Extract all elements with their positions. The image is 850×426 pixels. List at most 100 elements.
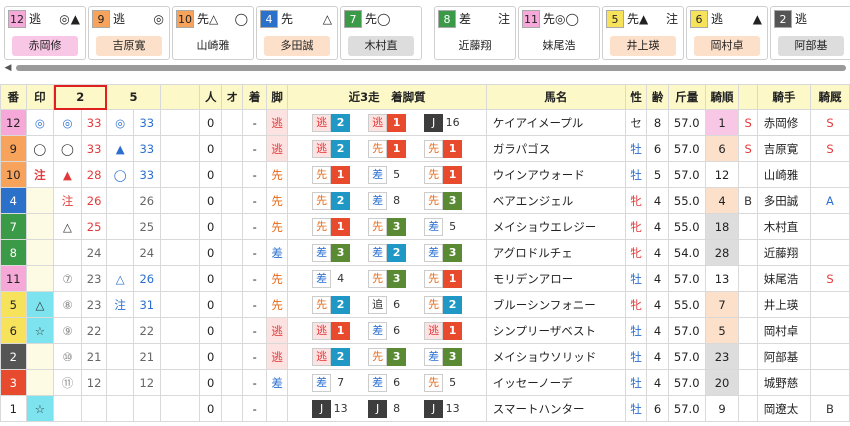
cell-mark[interactable] bbox=[25, 265, 55, 292]
header-ban[interactable]: 番 bbox=[0, 84, 27, 110]
table-row[interactable]: 7 △ 25 25 0- 先先 1 先 3 差 5 メイショウエレジー牝 4 55.0 18 木村直 bbox=[0, 213, 850, 240]
table-row[interactable]: 3 ⑪ 12 12 0- 差差 7 差 6 先 5 イッセーノーデ牡 4 57.0 20 城野慈 bbox=[0, 369, 850, 396]
cell-chaku: - bbox=[242, 343, 267, 370]
cell-recent: 逃1差6逃1 bbox=[287, 317, 487, 344]
recent2-style: 先 bbox=[368, 269, 388, 288]
cell-mark[interactable]: ☆ bbox=[25, 395, 55, 422]
horse-card[interactable]: 7 先◯ 木村直 bbox=[340, 6, 422, 60]
cell-jockey[interactable]: 阿部基 bbox=[756, 343, 811, 370]
header-stable[interactable]: 騎厩 bbox=[809, 84, 850, 110]
table-row[interactable]: 1 ☆ 0- J 13 J 8 J 13 スマートハンター牡 6 57.0 9 岡遼太 B bbox=[0, 395, 850, 422]
header-order[interactable]: 騎順 bbox=[704, 84, 740, 110]
table-row[interactable]: 10 注 ▲ 28 ◯ 33 0- 先先 1 差 5 先 1 ウインアウォード牡 5 57.0 12 山崎雅 bbox=[0, 161, 850, 188]
table-row[interactable]: 2 ⑩ 21 21 0- 逃逃 2 先 3 差 3 メイショウソリッド牡 4 57.0 23 阿部基 bbox=[0, 343, 850, 370]
horse-card[interactable]: 9 逃 ◎ 吉原寛 bbox=[88, 6, 170, 60]
table-row[interactable]: 11 ⑦ 23 △ 26 0- 先差 4 先 3 先 1 モリデンアロー牡 4 57.0 13 妹尾浩 S bbox=[0, 265, 850, 292]
header-col-5[interactable]: 5 bbox=[106, 84, 161, 110]
cell-chaku: - bbox=[242, 187, 267, 214]
cell-jockey[interactable]: 木村直 bbox=[756, 213, 811, 240]
cell-jockey[interactable]: 近藤翔 bbox=[756, 239, 811, 266]
header-chaku[interactable]: 着 bbox=[242, 84, 267, 110]
scroll-thumb[interactable] bbox=[16, 65, 846, 71]
cell-horse-name[interactable]: メイショウソリッド bbox=[485, 343, 626, 370]
cell-jockey[interactable]: 多田誠 bbox=[756, 187, 811, 214]
cell-age: 6 bbox=[646, 395, 669, 422]
cell-mark[interactable] bbox=[25, 239, 55, 266]
cell-jockey[interactable]: 赤岡修 bbox=[756, 109, 811, 136]
table-row[interactable]: 9 ◯ ◯ 33 ▲ 33 0- 逃逃 2 先 1 先 1 ガラパゴス牡 6 57.0 6 S 吉原寛 S bbox=[0, 135, 850, 162]
horse-card[interactable]: 11 先◎◯ 妹尾浩 bbox=[518, 6, 600, 60]
header-recent[interactable]: 近3走 着脚質 bbox=[287, 84, 487, 110]
card-jockey-name[interactable]: 岡村卓 bbox=[694, 36, 760, 56]
cell-mark[interactable] bbox=[25, 343, 55, 370]
card-jockey-name[interactable]: 妹尾浩 bbox=[526, 36, 592, 56]
table-row[interactable]: 4 注 26 26 0- 先先 2 差 8 先 3 ベアエンジェル牝 4 55.0 4 B 多田誠 A bbox=[0, 187, 850, 214]
cell-horse-name[interactable]: ブルーシンフォニー bbox=[485, 291, 626, 318]
header-o[interactable]: オ bbox=[220, 84, 244, 110]
card-jockey-name[interactable]: 井上瑛 bbox=[610, 36, 676, 56]
cell-mark[interactable]: ◎ bbox=[25, 109, 55, 136]
cell-horse-name[interactable]: ウインアウォード bbox=[485, 161, 626, 188]
cell-ashi: 先 bbox=[265, 161, 289, 188]
cell-mark[interactable] bbox=[25, 369, 55, 396]
card-jockey-name[interactable]: 近藤翔 bbox=[442, 36, 508, 56]
cell-horse-name[interactable]: スマートハンター bbox=[485, 395, 626, 422]
horse-card[interactable]: 12 逃 ◎▲ 赤岡修 bbox=[4, 6, 86, 60]
cell-horse-name[interactable]: ベアエンジェル bbox=[485, 187, 626, 214]
header-sex[interactable]: 性 bbox=[624, 84, 648, 110]
card-jockey-name[interactable]: 多田誠 bbox=[264, 36, 330, 56]
horse-card[interactable]: 4 先 △ 多田誠 bbox=[256, 6, 338, 60]
table-row[interactable]: 6 ☆ ⑨ 22 22 0- 逃逃 1 差 6 逃 1 シンプリーザベスト牡 4 57.0 5 岡村卓 bbox=[0, 317, 850, 344]
header-ashi[interactable]: 脚 bbox=[265, 84, 289, 110]
cell-horse-name[interactable]: モリデンアロー bbox=[485, 265, 626, 292]
horse-card[interactable]: 6 逃 ▲ 岡村卓 bbox=[686, 6, 768, 60]
cell-horse-name[interactable]: メイショウエレジー bbox=[485, 213, 626, 240]
cell-horse-name[interactable]: イッセーノーデ bbox=[485, 369, 626, 396]
cell-jockey[interactable]: 岡村卓 bbox=[756, 317, 811, 344]
cell-horse-name[interactable]: ケイアイメープル bbox=[485, 109, 626, 136]
cell-col5-value: 33 bbox=[132, 135, 161, 162]
card-jockey-name[interactable]: 吉原寛 bbox=[96, 36, 162, 56]
horse-card[interactable]: 10 先△ ◯ 山崎雅 bbox=[172, 6, 254, 60]
card-jockey-name[interactable]: 山崎雅 bbox=[180, 36, 246, 56]
card-jockey-name[interactable]: 阿部基 bbox=[778, 36, 844, 56]
horizontal-scrollbar[interactable]: ◀ bbox=[2, 62, 848, 74]
cell-mark[interactable]: 注 bbox=[25, 161, 55, 188]
cell-jockey[interactable]: 吉原寛 bbox=[756, 135, 811, 162]
cell-mark[interactable]: ☆ bbox=[25, 317, 55, 344]
horse-card[interactable]: 2 逃阿部基 bbox=[770, 6, 850, 60]
cell-order: 28 bbox=[704, 239, 740, 266]
scroll-left-arrow-icon[interactable]: ◀ bbox=[2, 62, 14, 74]
table-row[interactable]: 5 △ ⑧ 23 注 31 0- 先先 2 追 6 先 2 ブルーシンフォニー牝 4 55.0 7 井上瑛 bbox=[0, 291, 850, 318]
cell-jockey[interactable]: 井上瑛 bbox=[756, 291, 811, 318]
cell-horse-name[interactable]: シンプリーザベスト bbox=[485, 317, 626, 344]
table-row[interactable]: 8 24 24 0- 差差 3 差 2 差 3 アグロドルチェ牝 4 54.0 28 近藤翔 bbox=[0, 239, 850, 266]
cell-col2-value: 33 bbox=[80, 109, 108, 136]
cell-mark[interactable] bbox=[25, 213, 55, 240]
horse-card[interactable]: 5 先▲ 注井上瑛 bbox=[602, 6, 684, 60]
header-weight[interactable]: 斤量 bbox=[667, 84, 706, 110]
cell-ban: 7 bbox=[0, 213, 27, 240]
cell-jockey[interactable]: 山崎雅 bbox=[756, 161, 811, 188]
cell-mark[interactable] bbox=[25, 187, 55, 214]
cell-jockey[interactable]: 城野慈 bbox=[756, 369, 811, 396]
header-jockey[interactable]: 騎手 bbox=[756, 84, 811, 110]
cell-s: S bbox=[738, 135, 758, 162]
card-jockey-name[interactable]: 赤岡修 bbox=[12, 36, 78, 56]
cell-mark[interactable]: △ bbox=[25, 291, 55, 318]
header-ninki[interactable]: 人 bbox=[199, 84, 222, 110]
header-mark[interactable]: 印 bbox=[25, 84, 55, 110]
horse-card[interactable]: 8 差 注近藤翔 bbox=[434, 6, 516, 60]
cell-horse-name[interactable]: アグロドルチェ bbox=[485, 239, 626, 266]
header-horse[interactable]: 馬名 bbox=[485, 84, 626, 110]
cell-sex: 牝 bbox=[624, 213, 648, 240]
cell-horse-name[interactable]: ガラパゴス bbox=[485, 135, 626, 162]
cell-mark[interactable]: ◯ bbox=[25, 135, 55, 162]
cell-jockey[interactable]: 岡遼太 bbox=[756, 395, 811, 422]
table-row[interactable]: 12 ◎ ◎ 33 ◎ 33 0- 逃逃 2 逃 1 J 16 ケイアイメープルセ 8 57.0 1 S 赤岡修 S bbox=[0, 109, 850, 136]
header-col-2[interactable]: 2 bbox=[53, 84, 108, 110]
card-jockey-name[interactable]: 木村直 bbox=[348, 36, 414, 56]
cell-jockey[interactable]: 妹尾浩 bbox=[756, 265, 811, 292]
cell-stable bbox=[809, 291, 850, 318]
header-age[interactable]: 齢 bbox=[646, 84, 669, 110]
